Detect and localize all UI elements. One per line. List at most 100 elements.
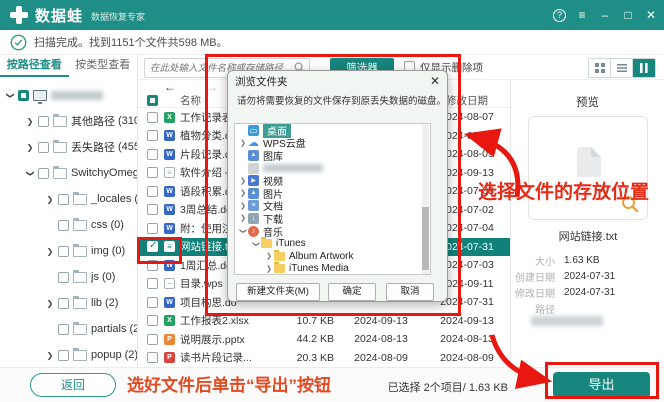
meta-modified-value: 2024-07-31 (564, 286, 616, 298)
tree-checkbox[interactable] (58, 349, 69, 361)
row-checkbox[interactable] (147, 204, 158, 216)
detail-view-icon[interactable] (633, 59, 655, 77)
row-checkbox[interactable] (147, 278, 158, 290)
app-logo-icon (10, 6, 28, 24)
row-checkbox[interactable] (147, 315, 158, 327)
nav-back-icon[interactable]: ← (164, 81, 176, 93)
sidebar-tree-item[interactable]: lib (2) (0, 290, 137, 316)
file-row[interactable]: 读书片段记录... 20.3 KB 2024-08-09 2024-08-09 (138, 349, 510, 368)
tree-checkbox[interactable] (58, 323, 69, 335)
expand-caret-icon[interactable] (44, 195, 56, 204)
scan-complete-check-icon (10, 34, 27, 50)
row-checkbox[interactable] (147, 333, 158, 345)
folder-icon (73, 217, 87, 231)
tree-checkbox[interactable] (38, 141, 49, 153)
back-button[interactable]: 返回 (30, 373, 116, 397)
menu-icon[interactable]: ≡ (575, 8, 589, 22)
file-name: 说明展示.pptx (180, 333, 245, 346)
tree-checkbox[interactable] (58, 271, 69, 283)
sidebar-tree-item[interactable]: img (0) (0, 238, 137, 264)
preview-file-name: 网站链接.txt (558, 231, 618, 243)
list-view-icon[interactable] (611, 59, 633, 77)
file-name: 读书片段记录... (180, 352, 252, 365)
meta-created-value: 2024-07-31 (564, 270, 616, 282)
folder-tree: 其他路径 (310) 丢失路径 (455) SwitchyOmega_Chrom… (0, 77, 137, 367)
tree-checkbox[interactable] (58, 219, 69, 231)
file-type-icon (164, 296, 175, 308)
row-checkbox[interactable] (147, 167, 158, 179)
sidebar-tree-item[interactable]: SwitchyOmega_Chromium (0, 160, 137, 186)
tab-by-type[interactable]: 按类型查看 (69, 55, 138, 77)
tree-checkbox[interactable] (58, 297, 69, 309)
sidebar-tree-item[interactable]: 丢失路径 (455) (0, 134, 137, 160)
expand-caret-icon[interactable] (24, 143, 36, 152)
meta-size-label: 大小 (535, 256, 555, 268)
tree-checkbox[interactable] (18, 89, 29, 101)
row-checkbox[interactable] (147, 296, 158, 308)
meta-path-label: 路径 (535, 304, 555, 316)
document-thumbnail-icon (577, 147, 601, 177)
expand-caret-icon[interactable] (44, 351, 56, 360)
view-toggle-group (588, 58, 656, 78)
tab-by-path[interactable]: 按路径查看 (0, 55, 69, 77)
folder-icon (73, 243, 87, 257)
expand-caret-icon[interactable] (24, 117, 36, 126)
file-row[interactable]: 说明展示.pptx 44.2 KB 2024-08-13 2024-08-13 (138, 330, 510, 349)
file-type-icon (164, 222, 175, 234)
minimize-icon[interactable]: – (598, 8, 612, 22)
sidebar-tree-item[interactable]: _locales (6) (0, 186, 137, 212)
tree-checkbox[interactable] (58, 245, 69, 257)
sidebar-tree-item[interactable]: popup (2) (0, 342, 137, 367)
folder-icon (73, 321, 87, 335)
tree-item-count: (2) (124, 349, 138, 361)
sidebar: 按路径查看 按类型查看 其他路径 (310) (0, 55, 138, 367)
file-modified-date: 2024-08-09 (440, 351, 494, 364)
tree-checkbox[interactable] (38, 167, 49, 179)
row-checkbox[interactable] (147, 185, 158, 197)
tree-checkbox[interactable] (38, 115, 49, 127)
app-subtitle: 数据恢复专家 (91, 12, 146, 22)
expand-caret-icon[interactable] (44, 299, 56, 308)
app-window: 数据蛙 数据恢复专家 ? ≡ – □ ✕ 扫描完成。找到1151个文件共598 … (0, 0, 664, 402)
row-checkbox[interactable] (147, 130, 158, 142)
sidebar-tree-item[interactable]: js (0) (0, 264, 137, 290)
row-checkbox[interactable] (147, 111, 158, 123)
help-icon[interactable]: ? (553, 8, 566, 22)
sidebar-tree-item[interactable]: 其他路径 (310) (0, 108, 137, 134)
sidebar-tree-item[interactable] (0, 82, 137, 108)
tree-item-count: (0) (111, 245, 126, 257)
tree-item-label: 丢失路径 (71, 142, 115, 154)
folder-icon (53, 139, 67, 153)
folder-icon (73, 295, 87, 309)
folder-icon (73, 347, 87, 361)
maximize-icon[interactable]: □ (621, 8, 635, 22)
expand-caret-icon[interactable] (4, 91, 16, 100)
file-type-icon (164, 148, 175, 160)
tree-item-count: (455) (118, 141, 137, 153)
select-all-checkbox[interactable] (147, 94, 158, 106)
meta-created-label: 创建日期 (515, 272, 555, 284)
file-created-date: 2024-08-13 (354, 333, 408, 346)
file-type-icon (164, 130, 175, 142)
row-checkbox[interactable] (147, 148, 158, 160)
folder-icon (33, 89, 47, 104)
file-type-icon (164, 185, 175, 197)
sidebar-tree-item[interactable]: partials (25) (0, 316, 137, 342)
annotation-text-export: 选好文件后单击“导出”按钮 (127, 376, 331, 395)
tree-item-count: (310) (118, 115, 137, 127)
expand-caret-icon[interactable] (44, 247, 56, 256)
preview-pane: 预览 网站链接.txt 大小 1.63 KB 创建日期 2024-07-31 修改日… (510, 80, 664, 367)
file-created-date: 2024-08-09 (354, 351, 408, 364)
close-icon[interactable]: ✕ (644, 8, 658, 22)
row-checkbox[interactable] (147, 222, 158, 234)
grid-view-icon[interactable] (589, 59, 611, 77)
tree-checkbox[interactable] (58, 193, 69, 205)
file-size: 10.7 KB (296, 314, 334, 327)
sidebar-tree-item[interactable]: css (0) (0, 212, 137, 238)
file-created-date: 2024-09-13 (354, 314, 408, 327)
row-checkbox[interactable] (147, 352, 158, 364)
expand-caret-icon[interactable] (24, 169, 36, 178)
scan-status-text: 扫描完成。找到1151个文件共598 MB。 (34, 37, 228, 49)
file-type-icon (164, 167, 175, 179)
file-type-icon (164, 315, 175, 327)
